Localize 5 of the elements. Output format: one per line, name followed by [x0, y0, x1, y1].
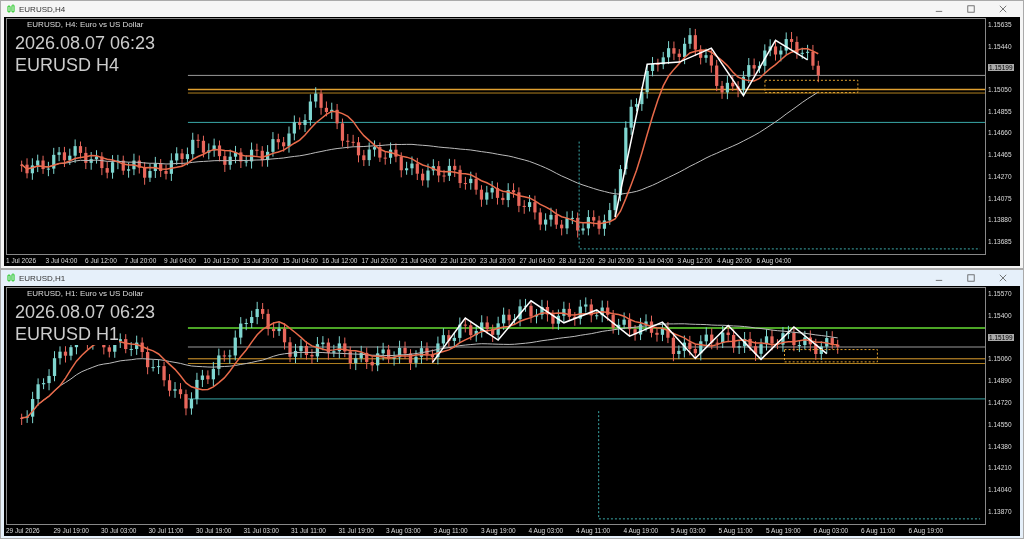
window-title: EURUSD,H4: [19, 4, 66, 14]
window-title: EURUSD,H1: [19, 273, 66, 283]
chart-header: EURUSD, H4: Euro vs US Dollar: [27, 20, 144, 29]
chart-header: EURUSD, H1: Euro vs US Dollar: [27, 289, 144, 298]
overlay-text: EURUSD H1: [15, 323, 120, 345]
